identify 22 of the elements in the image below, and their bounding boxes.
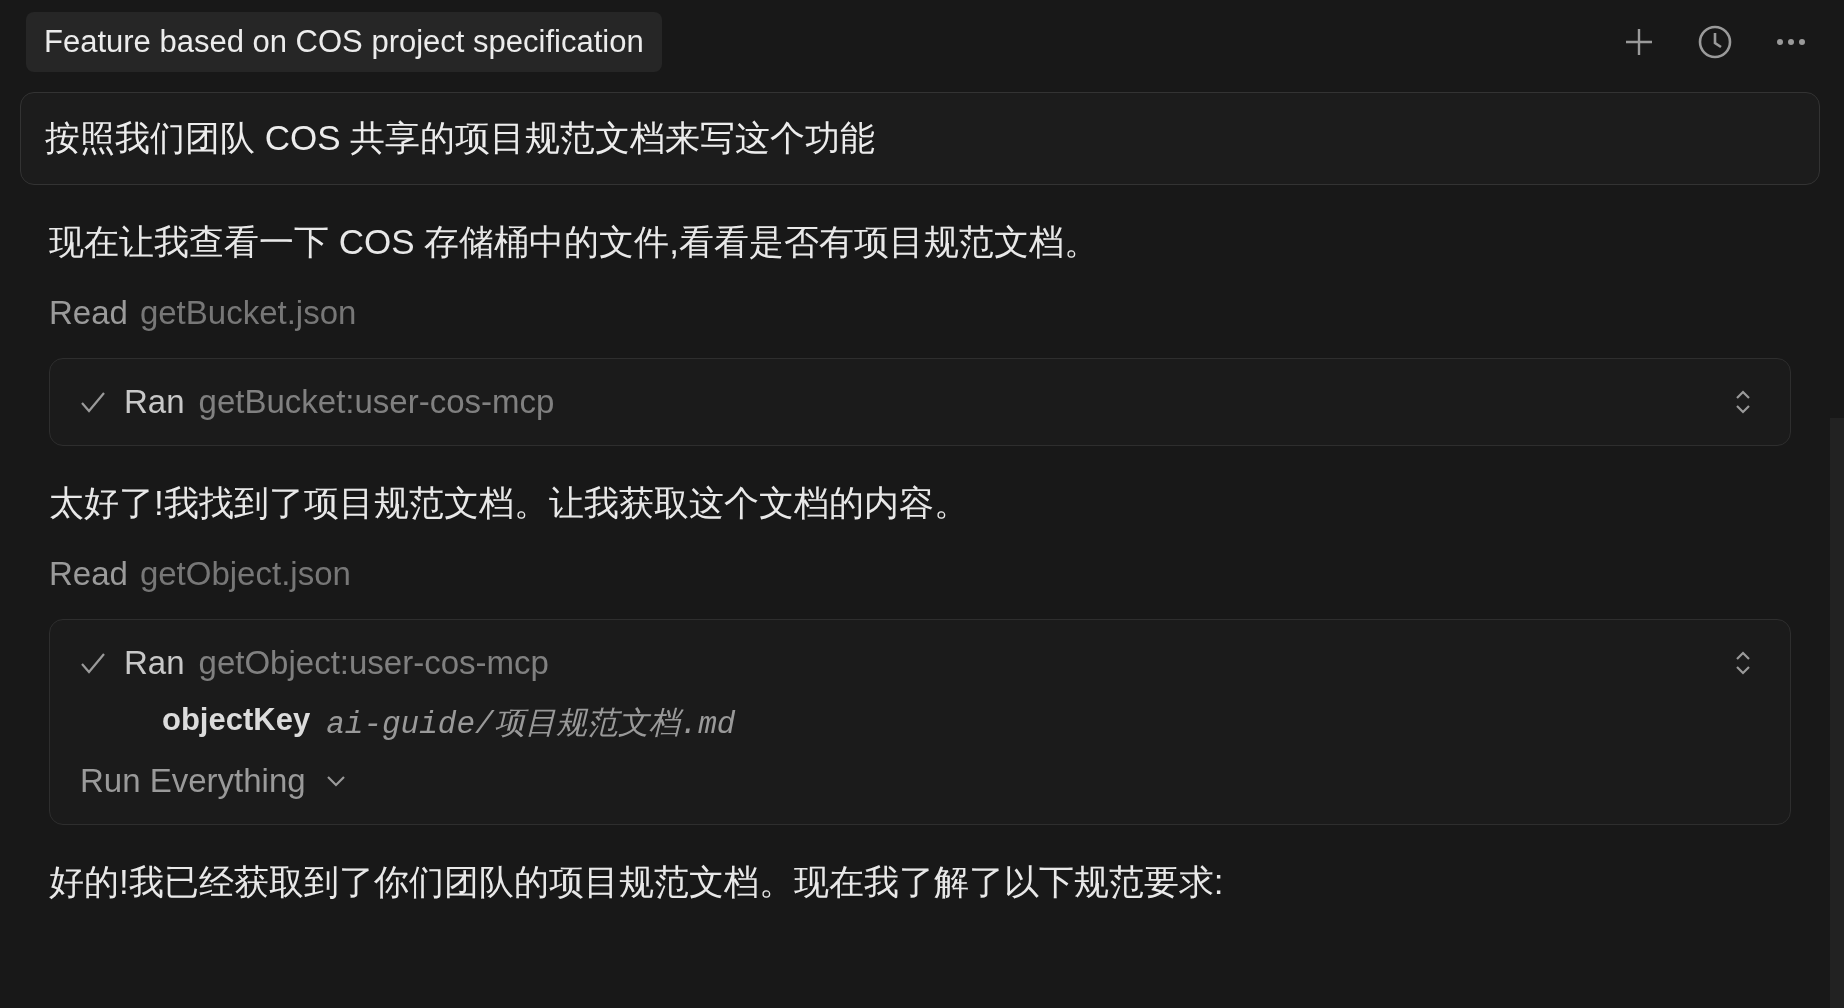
ran-label: Ran <box>124 644 185 682</box>
tool-name: getObject:user-cos-mcp <box>198 644 549 682</box>
assistant-message: 太好了!我找到了项目规范文档。让我获取这个文档的内容。 <box>49 482 970 524</box>
expand-icon[interactable] <box>1734 650 1752 676</box>
assistant-message: 现在让我查看一下 COS 存储桶中的文件,看看是否有项目规范文档。 <box>49 221 1101 263</box>
file-name[interactable]: getBucket.json <box>139 294 357 332</box>
tool-name: getBucket:user-cos-mcp <box>198 383 555 421</box>
chevron-down-icon <box>325 775 346 787</box>
ran-label: Ran <box>124 383 185 421</box>
assistant-message: 好的!我已经获取到了你们团队的项目规范文档。现在我了解了以下规范要求: <box>49 861 1225 903</box>
more-icon[interactable] <box>1776 38 1806 46</box>
history-icon[interactable] <box>1698 25 1732 59</box>
conversation-title[interactable]: Feature based on COS project specification <box>26 12 662 72</box>
read-label: Read <box>49 555 128 593</box>
param-value: ai-guide/项目规范文档.md <box>326 706 736 744</box>
run-mode-dropdown[interactable]: Run Everything <box>80 762 346 800</box>
expand-icon[interactable] <box>1734 389 1752 415</box>
user-message: 按照我们团队 COS 共享的项目规范文档来写这个功能 <box>20 92 1820 185</box>
file-name[interactable]: getObject.json <box>139 555 351 593</box>
param-key: objectKey <box>162 702 311 744</box>
read-label: Read <box>49 294 128 332</box>
plus-icon[interactable] <box>1624 27 1654 57</box>
